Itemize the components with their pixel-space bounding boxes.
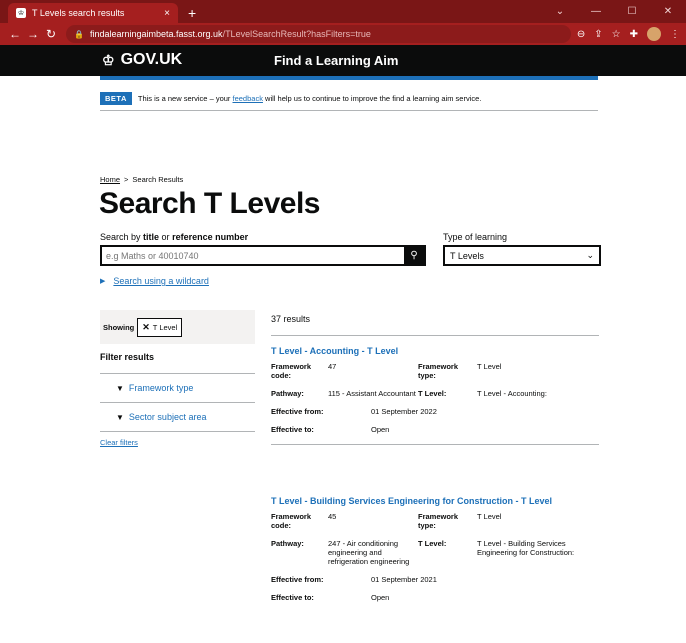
breadcrumb-current: Search Results — [132, 175, 184, 184]
filter-heading: Filter results — [100, 352, 155, 362]
govuk-logo-text: GOV.UK — [120, 51, 183, 68]
lock-icon: 🔒 — [74, 29, 84, 39]
framework-type-value: T Level — [477, 512, 502, 521]
pathway-value: 115 - Assistant Accountant — [328, 389, 416, 398]
result-item: T Level - Accounting - T Level Framework… — [271, 346, 599, 445]
filter-chip[interactable]: ✕ T Level — [137, 317, 183, 337]
type-of-learning-label: Type of learning — [443, 232, 508, 242]
reload-icon[interactable]: ↻ — [42, 27, 60, 41]
govuk-logo[interactable]: ♔ GOV.UK — [102, 51, 182, 69]
feedback-link[interactable]: feedback — [233, 94, 263, 103]
filter-section-framework-type[interactable]: ▼ Framework type — [100, 373, 255, 402]
crown-icon: ♔ — [102, 51, 115, 68]
effective-to-value: Open — [371, 593, 390, 602]
results-divider — [271, 335, 599, 336]
beta-banner: BETA This is a new service – your feedba… — [100, 87, 598, 111]
filter-section-sector-subject-area[interactable]: ▼ Sector subject area — [100, 402, 255, 431]
result-item: T Level - Building Services Engineering … — [271, 496, 599, 611]
profile-avatar[interactable] — [647, 27, 661, 41]
breadcrumb-separator: > — [124, 175, 129, 184]
beta-text: This is a new service – your feedback wi… — [137, 94, 482, 103]
browser-tab[interactable]: ♔ T Levels search results × — [8, 3, 178, 23]
url-domain: findalearningaimbeta.fasst.org.uk — [89, 29, 223, 39]
remove-filter-icon: ✕ — [142, 321, 150, 332]
showing-bar: Showing ✕ T Level — [100, 310, 255, 344]
tlevel-value: T Level - Accounting: — [477, 389, 547, 398]
results-count: 37 results — [271, 314, 311, 324]
effective-from-label: Effective from: — [271, 575, 324, 584]
effective-to-label: Effective to: — [271, 425, 314, 434]
filter-chip-label: T Level — [152, 322, 178, 332]
chevron-down-icon: ⌄ — [586, 250, 594, 260]
framework-type-label: Framework type: — [418, 362, 459, 380]
page-title: Search T Levels — [99, 187, 320, 220]
search-icon[interactable]: ⚲ — [404, 247, 424, 264]
effective-from-value: 01 September 2022 — [371, 407, 437, 416]
service-name[interactable]: Find a Learning Aim — [274, 53, 398, 68]
address-bar[interactable]: 🔒 findalearningaimbeta.fasst.org.uk/TLev… — [66, 25, 571, 43]
filter-divider — [100, 431, 255, 432]
effective-from-value: 01 September 2021 — [371, 575, 437, 584]
result-divider — [271, 444, 599, 445]
effective-to-value: Open — [371, 425, 390, 434]
framework-code-label: Framework code: — [271, 362, 312, 380]
window-controls: ⌄ — ☐ ✕ — [542, 0, 686, 23]
share-icon[interactable]: ⇪ — [594, 29, 602, 40]
breadcrumb: Home > Search Results — [100, 175, 183, 184]
search-input[interactable] — [102, 247, 404, 264]
framework-code-value: 45 — [328, 512, 337, 521]
chevron-down-icon: ▼ — [116, 412, 124, 422]
close-window-icon[interactable]: ✕ — [650, 6, 686, 17]
page-content: ♔ GOV.UK Find a Learning Aim BETA This i… — [0, 45, 686, 643]
result-title-link[interactable]: T Level - Accounting - T Level — [271, 346, 599, 356]
framework-type-label: Framework type: — [418, 512, 459, 530]
pathway-value: 247 - Air conditioning engineering and r… — [328, 539, 410, 566]
framework-code-value: 47 — [328, 362, 337, 371]
maximize-icon[interactable]: ☐ — [614, 6, 650, 17]
bookmark-star-icon[interactable]: ☆ — [612, 29, 621, 40]
chevron-down-icon: ▼ — [116, 383, 124, 393]
clear-filters-link[interactable]: Clear filters — [100, 438, 255, 447]
govuk-header: ♔ GOV.UK Find a Learning Aim — [0, 45, 686, 76]
menu-icon[interactable]: ⋮ — [670, 29, 680, 40]
crown-favicon-icon: ♔ — [16, 8, 26, 18]
tlevel-value: T Level - Building Services Engineering … — [477, 539, 575, 557]
type-selected-value: T Levels — [450, 250, 484, 261]
tab-close-icon[interactable]: × — [164, 8, 170, 19]
effective-to-label: Effective to: — [271, 593, 314, 602]
result-title-link[interactable]: T Level - Building Services Engineering … — [271, 496, 599, 506]
tab-title: T Levels search results — [32, 8, 125, 18]
filter-panel: Showing ✕ T Level Filter results ▼ Frame… — [100, 310, 255, 447]
triangle-right-icon: ▶ — [100, 278, 106, 285]
framework-type-value: T Level — [477, 362, 502, 371]
minimize-icon[interactable]: — — [578, 6, 614, 17]
new-tab-icon[interactable]: + — [188, 5, 196, 21]
tlevel-label: T Level: — [418, 539, 447, 548]
tlevel-label: T Level: — [418, 389, 447, 398]
search-label: Search by title or reference number — [100, 232, 249, 242]
forward-icon[interactable]: → — [24, 27, 42, 41]
wildcard-link[interactable]: Search using a wildcard — [113, 276, 209, 286]
url-path: /TLevelSearchResult?hasFilters=true — [222, 29, 371, 39]
zoom-icon[interactable]: ⊖ — [577, 29, 585, 40]
search-box: ⚲ — [100, 245, 426, 266]
beta-tag: BETA — [100, 92, 132, 105]
extensions-icon[interactable]: ✚ — [630, 29, 638, 40]
back-icon[interactable]: ← — [6, 27, 24, 41]
type-of-learning-select[interactable]: T Levels ⌄ — [443, 245, 601, 266]
effective-from-label: Effective from: — [271, 407, 324, 416]
framework-code-label: Framework code: — [271, 512, 312, 530]
browser-toolbar: ← → ↻ 🔒 findalearningaimbeta.fasst.org.u… — [0, 23, 686, 45]
pathway-label: Pathway: — [271, 539, 304, 548]
browser-tab-bar: ♔ T Levels search results × + ⌄ — ☐ ✕ — [0, 0, 686, 23]
wildcard-details[interactable]: ▶ Search using a wildcard — [100, 276, 209, 286]
toolbar-icons: ⊖ ⇪ ☆ ✚ ⋮ — [577, 27, 680, 41]
tab-search-icon[interactable]: ⌄ — [542, 6, 578, 17]
pathway-label: Pathway: — [271, 389, 304, 398]
filter-section-label: Framework type — [128, 383, 194, 393]
header-blue-bar — [100, 76, 598, 80]
showing-label: Showing — [103, 322, 135, 332]
breadcrumb-home-link[interactable]: Home — [100, 175, 120, 184]
filter-section-label: Sector subject area — [128, 412, 207, 422]
